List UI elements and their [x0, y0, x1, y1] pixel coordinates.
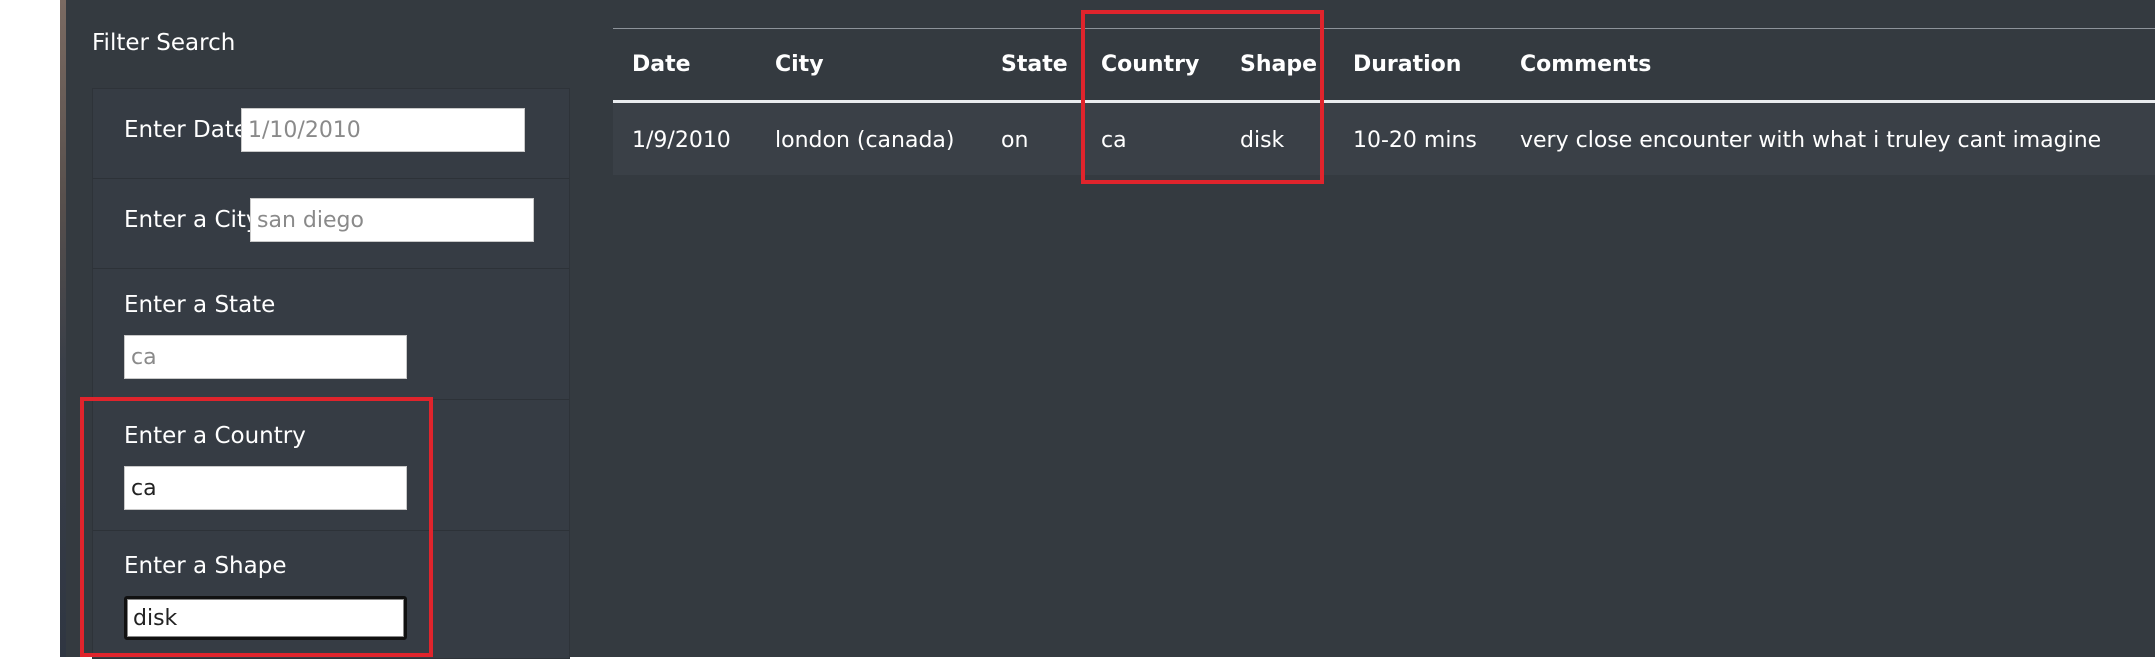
filter-item-city: Enter a City — [93, 179, 569, 269]
app-container: Filter Search Enter Date Enter a City En… — [66, 0, 2155, 659]
city-input[interactable] — [250, 198, 534, 242]
filter-item-shape: Enter a Shape — [93, 531, 569, 658]
cell-city: london (canada) — [775, 128, 955, 153]
header-comments: Comments — [1520, 52, 1652, 77]
filter-panel: Enter Date Enter a City Enter a State En… — [92, 88, 570, 659]
page-margin — [0, 0, 60, 657]
state-label: Enter a State — [124, 292, 276, 318]
filter-search-title: Filter Search — [92, 30, 236, 56]
filter-item-country: Enter a Country — [93, 400, 569, 531]
header-duration: Duration — [1353, 52, 1462, 77]
date-label: Enter Date — [124, 117, 249, 143]
country-label: Enter a Country — [124, 423, 306, 449]
header-city: City — [775, 52, 824, 77]
cell-state: on — [1001, 128, 1029, 153]
shape-input[interactable] — [124, 596, 407, 640]
cell-shape: disk — [1240, 128, 1285, 153]
header-state: State — [1001, 52, 1068, 77]
shape-label: Enter a Shape — [124, 553, 287, 579]
cell-country: ca — [1101, 128, 1127, 153]
header-date: Date — [632, 52, 691, 77]
filter-item-state: Enter a State — [93, 269, 569, 400]
country-input[interactable] — [124, 466, 407, 510]
city-label: Enter a City — [124, 207, 260, 233]
date-input[interactable] — [241, 108, 525, 152]
header-country: Country — [1101, 52, 1200, 77]
cell-duration: 10-20 mins — [1353, 128, 1477, 153]
table-top-rule — [613, 28, 2155, 29]
header-shape: Shape — [1240, 52, 1318, 77]
filter-item-date: Enter Date — [93, 89, 569, 179]
state-input[interactable] — [124, 335, 407, 379]
cell-date: 1/9/2010 — [632, 128, 731, 153]
cell-comments: very close encounter with what i truley … — [1520, 128, 2102, 153]
